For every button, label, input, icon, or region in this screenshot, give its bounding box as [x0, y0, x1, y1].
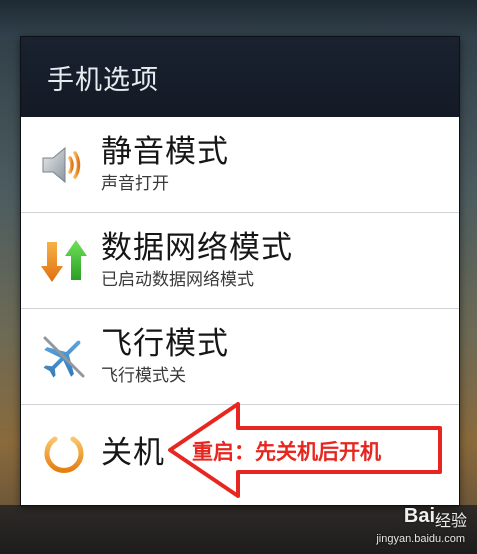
option-airplane-mode[interactable]: 飞行模式 飞行模式关: [21, 309, 459, 405]
watermark-url: jingyan.baidu.com: [376, 533, 465, 545]
data-arrows-icon: [35, 232, 93, 290]
option-label: 飞行模式: [101, 325, 229, 362]
option-data-network-mode[interactable]: 数据网络模式 已启动数据网络模式: [21, 213, 459, 309]
option-label: 数据网络模式: [101, 229, 293, 266]
option-sublabel: 已启动数据网络模式: [101, 269, 254, 290]
speaker-icon: [35, 136, 93, 194]
watermark-logo-text: 经验: [434, 511, 467, 530]
annotation-text: 重启：先关机后开机: [192, 440, 381, 464]
option-label: 静音模式: [101, 133, 229, 170]
airplane-icon: [35, 328, 93, 386]
dialog-header: 手机选项: [21, 37, 459, 117]
option-sublabel: 飞行模式关: [101, 365, 186, 386]
option-sublabel: 声音打开: [101, 173, 169, 194]
power-icon: [35, 424, 93, 482]
option-label: 关机: [101, 435, 165, 471]
watermark-brand: Bai: [403, 505, 435, 527]
dialog-title: 手机选项: [47, 64, 159, 96]
status-area-background: [0, 0, 477, 40]
option-silent-mode[interactable]: 静音模式 声音打开: [21, 117, 459, 213]
